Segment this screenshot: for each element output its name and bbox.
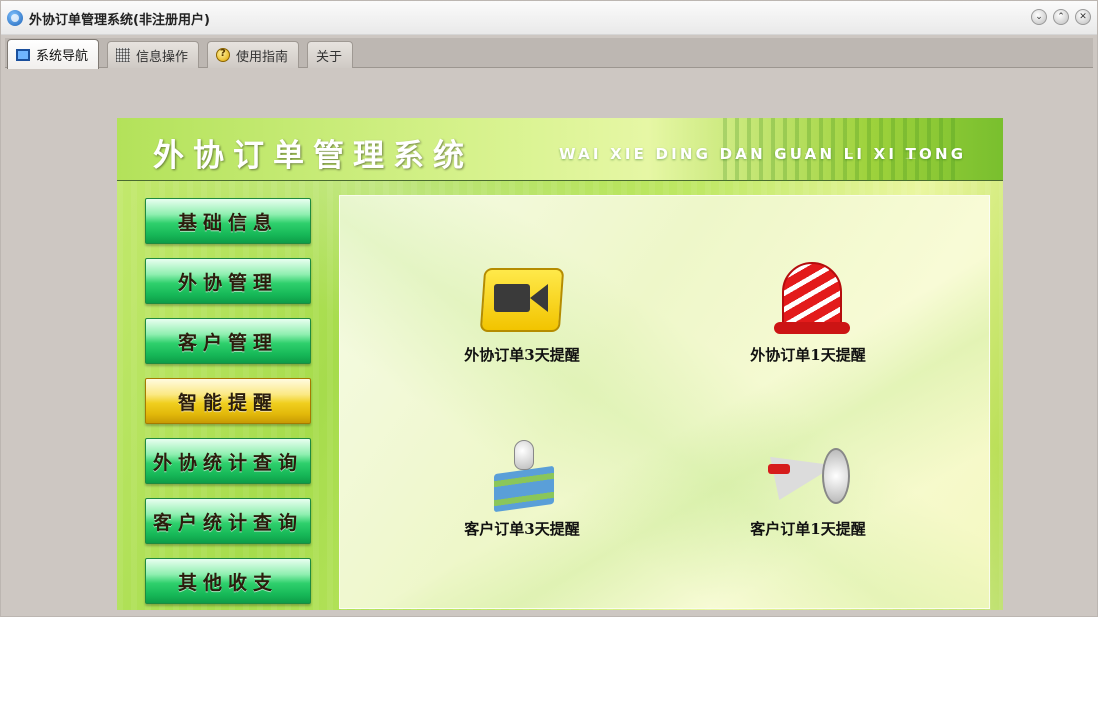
menu-customer-stats-button[interactable]: 客户统计查询 xyxy=(145,498,311,544)
header-banner: 外协订单管理系统 WAI XIE DING DAN GUAN LI XI TON… xyxy=(117,118,1003,181)
title-bar: 外协订单管理系统(非注册用户) ⌄ ⌃ ✕ xyxy=(1,1,1097,35)
reminder-label: 客户订单3天提醒 xyxy=(464,520,580,538)
help-icon xyxy=(216,48,230,62)
maximize-button[interactable]: ⌃ xyxy=(1053,9,1069,25)
navigation-panel: 外协订单管理系统 WAI XIE DING DAN GUAN LI XI TON… xyxy=(117,118,1003,610)
nav-screen-icon xyxy=(16,48,30,61)
books-bulb-icon xyxy=(472,434,572,514)
reminder-customer-3day[interactable]: 客户订单3天提醒 xyxy=(422,434,622,539)
reminder-outsource-3day[interactable]: 外协订单3天提醒 xyxy=(422,260,622,365)
tab-user-guide[interactable]: 使用指南 xyxy=(207,41,300,68)
tab-info-ops[interactable]: 信息操作 xyxy=(107,41,200,68)
tab-label: 信息操作 xyxy=(136,49,189,65)
reminder-outsource-1day[interactable]: 外协订单1天提醒 xyxy=(708,260,908,365)
banner-subtitle: WAI XIE DING DAN GUAN LI XI TONG xyxy=(559,145,967,163)
tab-label: 系统导航 xyxy=(36,49,89,64)
reminder-label: 外协订单3天提醒 xyxy=(464,346,580,364)
minimize-button[interactable]: ⌄ xyxy=(1031,9,1047,25)
tab-label: 使用指南 xyxy=(236,49,289,65)
menu-outsource-manage-button[interactable]: 外协管理 xyxy=(145,258,311,304)
tab-bar: 系统导航 信息操作 使用指南 关于 xyxy=(5,38,1093,69)
megaphone-icon xyxy=(758,434,858,514)
tab-about[interactable]: 关于 xyxy=(307,41,354,68)
tab-label: 关于 xyxy=(316,49,343,65)
reminder-panel: 外协订单3天提醒 外协订单1天提醒 客户订单3天提醒 客户订单1天提醒 xyxy=(339,195,990,609)
menu-outsource-stats-button[interactable]: 外协统计查询 xyxy=(145,438,311,484)
tab-system-nav[interactable]: 系统导航 xyxy=(7,39,100,69)
banner-title: 外协订单管理系统 xyxy=(153,138,473,174)
menu-smart-reminder-button[interactable]: 智能提醒 xyxy=(145,378,311,424)
app-logo-icon xyxy=(7,10,23,26)
menu-customer-manage-button[interactable]: 客户管理 xyxy=(145,318,311,364)
reminder-label: 外协订单1天提醒 xyxy=(750,346,866,364)
window-controls: ⌄ ⌃ ✕ xyxy=(1031,9,1091,25)
window-title: 外协订单管理系统(非注册用户) xyxy=(29,13,210,28)
reminder-label: 客户订单1天提醒 xyxy=(750,520,866,538)
menu-basic-info-button[interactable]: 基础信息 xyxy=(145,198,311,244)
close-button[interactable]: ✕ xyxy=(1075,9,1091,25)
app-window: 外协订单管理系统(非注册用户) ⌄ ⌃ ✕ 系统导航 信息操作 使用指南 关于 … xyxy=(0,0,1098,617)
grid-icon xyxy=(116,48,130,62)
video-camera-icon xyxy=(472,260,572,340)
reminder-customer-1day[interactable]: 客户订单1天提醒 xyxy=(708,434,908,539)
menu-other-income-button[interactable]: 其他收支 xyxy=(145,558,311,604)
alarm-bell-icon xyxy=(758,260,858,340)
